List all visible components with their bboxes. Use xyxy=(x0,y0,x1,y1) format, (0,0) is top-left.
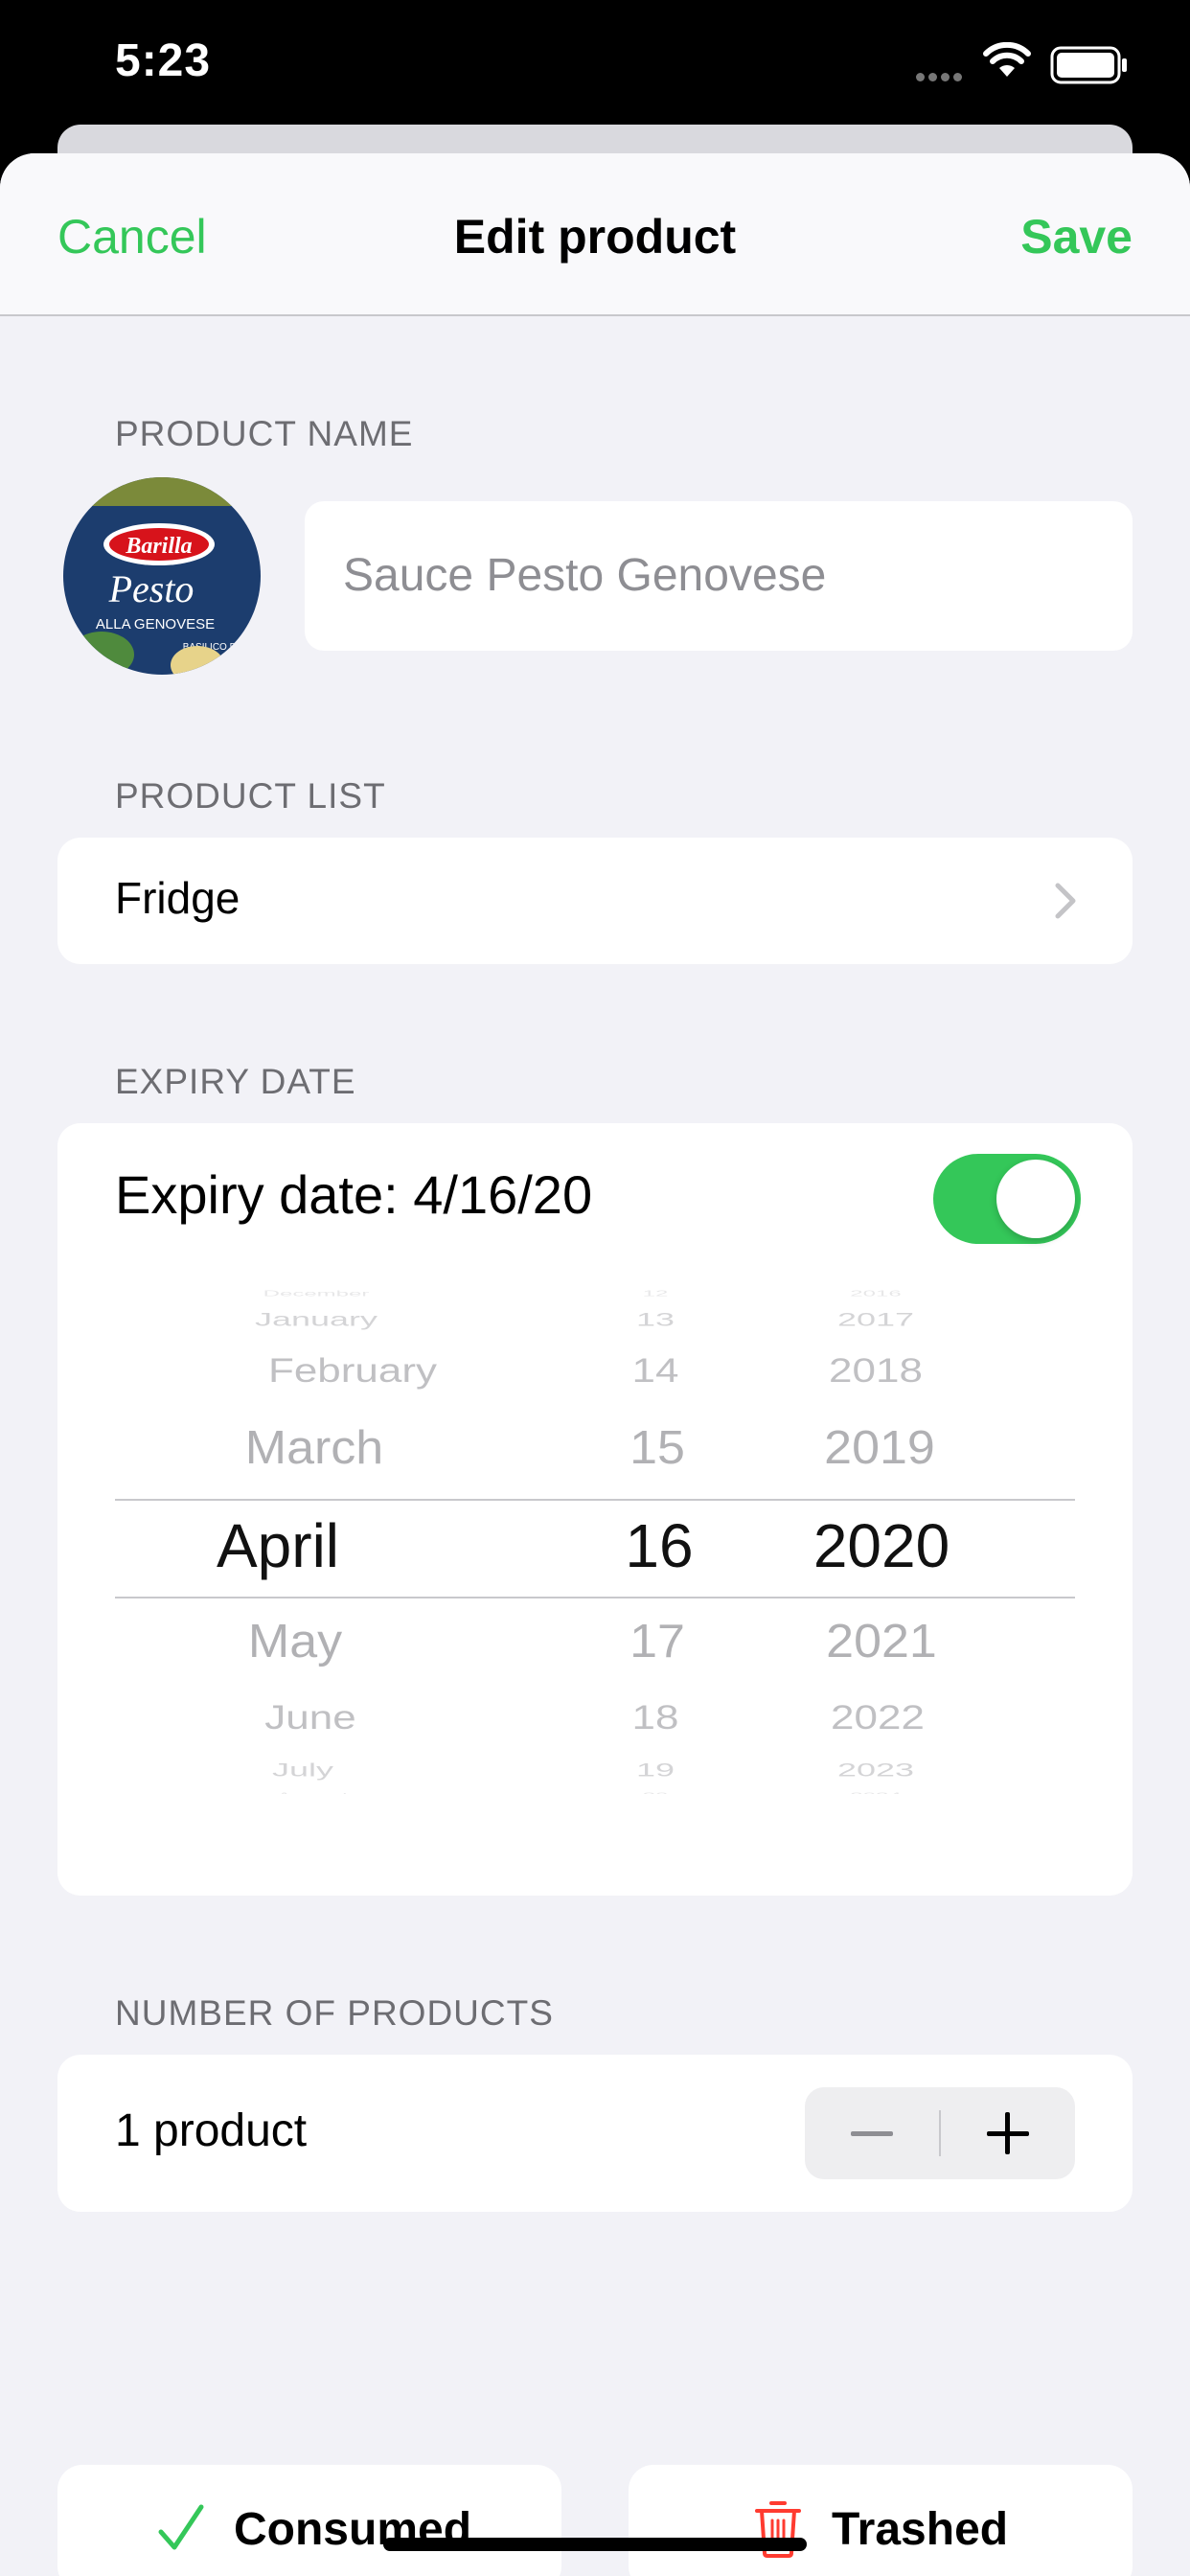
picker-day-option[interactable]: 17 xyxy=(629,1614,685,1668)
expiry-date-label: Expiry date: 4/16/20 xyxy=(115,1164,593,1225)
picker-month-option[interactable]: March xyxy=(245,1420,383,1475)
expiry-date-card: Expiry date: 4/16/20 December January Febr… xyxy=(57,1123,1133,1896)
picker-year-selected[interactable]: 2020 xyxy=(813,1510,950,1581)
picker-year-option[interactable]: 2019 xyxy=(824,1420,935,1475)
decrement-button[interactable] xyxy=(805,2087,939,2179)
number-of-products-row: 1 product xyxy=(57,2055,1133,2212)
trashed-label: Trashed xyxy=(832,2504,1009,2555)
picker-year-option[interactable]: 2018 xyxy=(829,1352,923,1391)
quantity-stepper[interactable] xyxy=(805,2087,1075,2179)
expiry-date-section-label: EXPIRY DATE xyxy=(115,1062,356,1101)
plus-icon xyxy=(987,2112,1029,2154)
picker-selection-bottom-line xyxy=(115,1597,1075,1598)
product-photo[interactable]: Barilla Pesto ALLA GENOVESE BASILICO FRE… xyxy=(63,477,261,675)
increment-button[interactable] xyxy=(941,2087,1075,2179)
home-indicator xyxy=(383,2538,807,2551)
picker-day-selected[interactable]: 16 xyxy=(625,1510,693,1581)
battery-icon xyxy=(1050,46,1127,84)
picker-day-option[interactable]: 19 xyxy=(636,1760,675,1782)
picker-day-option[interactable]: 13 xyxy=(636,1309,675,1331)
picker-year-option[interactable]: 2017 xyxy=(837,1309,914,1331)
picker-month-option[interactable]: July xyxy=(272,1760,333,1782)
checkmark-icon xyxy=(158,2504,204,2550)
picker-year-option[interactable]: 2021 xyxy=(826,1614,937,1668)
picker-month-option[interactable]: December xyxy=(263,1289,370,1299)
picker-year-option[interactable]: 2016 xyxy=(850,1289,901,1299)
picker-selection-top-line xyxy=(115,1499,1075,1501)
picker-month-selected[interactable]: April xyxy=(217,1510,339,1581)
picker-day-option[interactable]: 15 xyxy=(629,1420,685,1475)
chevron-right-icon xyxy=(1055,883,1076,919)
product-count-label: 1 product xyxy=(115,2105,308,2156)
picker-year-option[interactable]: 2023 xyxy=(837,1760,914,1782)
consumed-button[interactable]: Consumed xyxy=(57,2465,561,2576)
photo-product-text: Pesto xyxy=(108,567,195,610)
expiry-date-toggle[interactable] xyxy=(933,1154,1081,1244)
page-title: Edit product xyxy=(453,210,737,264)
picker-year-option[interactable]: 2024 xyxy=(850,1791,901,1794)
picker-day-option[interactable]: 20 xyxy=(643,1791,669,1794)
trashed-button[interactable]: Trashed xyxy=(629,2465,1133,2576)
number-of-products-section-label: NUMBER OF PRODUCTS xyxy=(115,1993,554,2033)
photo-brand-text: Barilla xyxy=(125,534,192,559)
picker-month-option[interactable]: May xyxy=(248,1614,342,1668)
status-time: 5:23 xyxy=(115,35,212,86)
product-name-section-label: PRODUCT NAME xyxy=(115,414,414,453)
product-list-section-label: PRODUCT LIST xyxy=(115,776,386,816)
picker-day-option[interactable]: 12 xyxy=(643,1289,669,1299)
navigation-bar: Cancel Edit product Save xyxy=(0,153,1190,316)
date-picker-wheel[interactable]: December January February March April May June… xyxy=(115,1286,1075,1794)
picker-month-option[interactable]: June xyxy=(264,1699,355,1737)
picker-month-option[interactable]: January xyxy=(255,1309,378,1331)
product-list-value: Fridge xyxy=(115,873,240,923)
product-name-input[interactable]: Sauce Pesto Genovese xyxy=(305,501,1133,651)
wifi-icon xyxy=(983,42,1031,77)
status-bar: 5:23 xyxy=(0,0,1190,134)
minus-icon xyxy=(851,2131,893,2136)
photo-variant-text: ALLA GENOVESE xyxy=(96,616,215,632)
edit-product-sheet: Cancel Edit product Save PRODUCT NAME Ba… xyxy=(0,153,1190,2576)
picker-month-option[interactable]: August xyxy=(277,1791,349,1794)
picker-year-option[interactable]: 2022 xyxy=(831,1699,925,1737)
picker-month-option[interactable]: February xyxy=(268,1352,437,1391)
pesto-jar-image: Barilla Pesto ALLA GENOVESE BASILICO FRE… xyxy=(63,477,261,675)
toggle-knob xyxy=(996,1160,1075,1238)
product-list-row[interactable]: Fridge xyxy=(57,838,1133,964)
picker-day-option[interactable]: 14 xyxy=(632,1352,679,1391)
cellular-signal-icon xyxy=(916,69,966,86)
save-button[interactable]: Save xyxy=(1020,209,1133,264)
picker-day-option[interactable]: 18 xyxy=(632,1699,679,1737)
